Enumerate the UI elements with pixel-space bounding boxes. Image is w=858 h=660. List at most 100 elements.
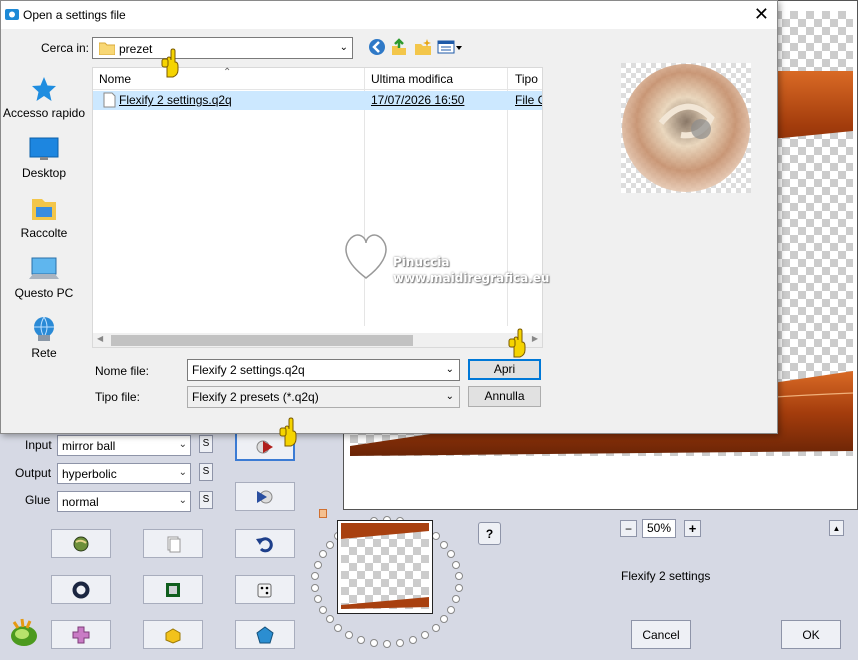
camera-app-icon [5, 9, 19, 20]
place-this-pc[interactable]: Questo PC [1, 255, 87, 300]
thumbnail-bands [341, 523, 429, 609]
libraries-icon [32, 199, 56, 220]
dial-dot[interactable] [452, 561, 461, 570]
flexify-cancel-button[interactable]: Cancel [631, 620, 691, 649]
column-type[interactable]: Tipo [515, 72, 538, 86]
zoom-in-button[interactable]: + [684, 520, 701, 537]
file-preview-image [621, 63, 751, 193]
frame-button[interactable] [143, 575, 203, 604]
glue-select[interactable]: normal ⌄ [57, 491, 191, 512]
dial-dot[interactable] [440, 540, 449, 549]
open-button[interactable]: Apri [468, 359, 541, 380]
output-value: hyperbolic [62, 467, 117, 481]
input-select[interactable]: mirror ball ⌄ [57, 435, 191, 456]
copy-button[interactable] [143, 529, 203, 558]
dial-dot[interactable] [420, 630, 429, 639]
filetype-select[interactable]: Flexify 2 presets (*.q2q) ⌄ [187, 386, 460, 408]
filetype-value: Flexify 2 presets (*.q2q) [192, 390, 319, 404]
scroll-right-icon[interactable]: ▶ [532, 334, 538, 343]
chevron-down-icon: ⌄ [178, 439, 187, 450]
settings-name: Flexify 2 settings [621, 569, 711, 583]
up-folder-icon[interactable] [390, 38, 408, 56]
watermark-line-1: Pinuccia [393, 255, 450, 269]
cross-icon [72, 626, 90, 643]
dial-dot[interactable] [325, 540, 334, 549]
dial-dot[interactable] [318, 550, 327, 559]
dial-dot[interactable] [454, 583, 463, 592]
pointing-hand-icon [279, 417, 297, 447]
place-quick-access[interactable]: Accesso rapido [1, 75, 87, 120]
dialog-title: Open a settings file [23, 8, 126, 22]
filename-value: Flexify 2 settings.q2q [192, 363, 305, 377]
shape-button[interactable] [235, 620, 295, 649]
zoom-out-button[interactable]: − [620, 520, 637, 537]
dial-dot[interactable] [313, 561, 322, 570]
glue-s-button[interactable]: S [199, 491, 213, 509]
glue-label: Glue [25, 493, 51, 507]
dial-dot[interactable] [447, 550, 456, 559]
open-settings-dialog: Open a settings file ✕ Cerca in: prezet … [0, 0, 778, 434]
dial-dot[interactable] [311, 572, 320, 581]
column-modified[interactable]: Ultima modifica [371, 72, 453, 86]
dial-dot[interactable] [409, 635, 417, 644]
place-libraries[interactable]: Raccolte [1, 195, 87, 240]
dial-dot[interactable] [318, 605, 327, 614]
help-button[interactable]: ? [478, 522, 501, 545]
dial-dot[interactable] [313, 594, 322, 603]
file-modified: 17/07/2026 16:50 [371, 93, 465, 107]
dial-dot[interactable] [325, 615, 334, 624]
file-type: File C [515, 93, 542, 107]
column-name[interactable]: Nome [99, 72, 131, 86]
view-menu-icon[interactable] [437, 38, 463, 56]
place-desktop[interactable]: Desktop [1, 135, 87, 180]
render-button[interactable] [235, 482, 295, 511]
dial-dot[interactable] [431, 623, 440, 632]
cross-button[interactable] [51, 620, 111, 649]
dial-dot[interactable] [396, 638, 405, 647]
filename-field[interactable]: Flexify 2 settings.q2q ⌄ [187, 359, 460, 381]
desktop-icon [29, 137, 59, 160]
zoom-value[interactable]: 50% [642, 519, 676, 538]
place-label: Accesso rapido [2, 106, 86, 120]
close-icon[interactable]: ✕ [754, 4, 769, 25]
dial-dot[interactable] [454, 572, 463, 581]
cancel-button[interactable]: Annulla [468, 386, 541, 407]
back-icon[interactable] [368, 38, 386, 56]
output-select[interactable]: hyperbolic ⌄ [57, 463, 191, 484]
dial-marker[interactable] [319, 509, 327, 518]
dial-dot[interactable] [356, 635, 365, 644]
dial-dot[interactable] [369, 638, 378, 647]
undo-button[interactable] [235, 529, 295, 558]
dial-dot[interactable] [452, 594, 461, 603]
output-s-button[interactable]: S [199, 463, 213, 481]
new-folder-icon[interactable] [414, 38, 432, 56]
ring-button[interactable] [51, 575, 111, 604]
dial-dot[interactable] [334, 623, 343, 632]
scrollbar-thumb[interactable] [111, 335, 413, 346]
look-in-combo[interactable]: prezet ⌄ [92, 37, 353, 59]
input-label: Input [25, 438, 52, 452]
pointing-hand-icon [508, 328, 526, 358]
file-row[interactable]: Flexify 2 settings.q2q 17/07/2026 16:50 … [93, 91, 542, 110]
dial-dot[interactable] [383, 640, 391, 648]
ring-icon [72, 581, 90, 598]
dial-dot[interactable] [345, 630, 354, 639]
collapse-button[interactable]: ▲ [829, 520, 844, 536]
dial-dot[interactable] [311, 583, 320, 592]
dial-dot[interactable] [440, 615, 449, 624]
brick-button[interactable] [143, 620, 203, 649]
dial-dot[interactable] [447, 605, 456, 614]
flexify-logo-icon [11, 618, 37, 646]
horizontal-scrollbar[interactable]: ◀ ▶ [93, 333, 542, 347]
globe-button[interactable] [51, 529, 111, 558]
chevron-down-icon: ⌄ [445, 364, 454, 375]
place-network[interactable]: Rete [1, 315, 87, 360]
flexify-ok-button[interactable]: OK [781, 620, 841, 649]
random-button[interactable] [235, 575, 295, 604]
network-icon [34, 316, 54, 341]
input-s-button[interactable]: S [199, 435, 213, 453]
scroll-left-icon[interactable]: ◀ [97, 334, 103, 343]
watermark-line-2: www.maidiregrafica.eu [393, 271, 550, 285]
place-label: Rete [31, 346, 57, 360]
place-label: Questo PC [14, 286, 74, 300]
